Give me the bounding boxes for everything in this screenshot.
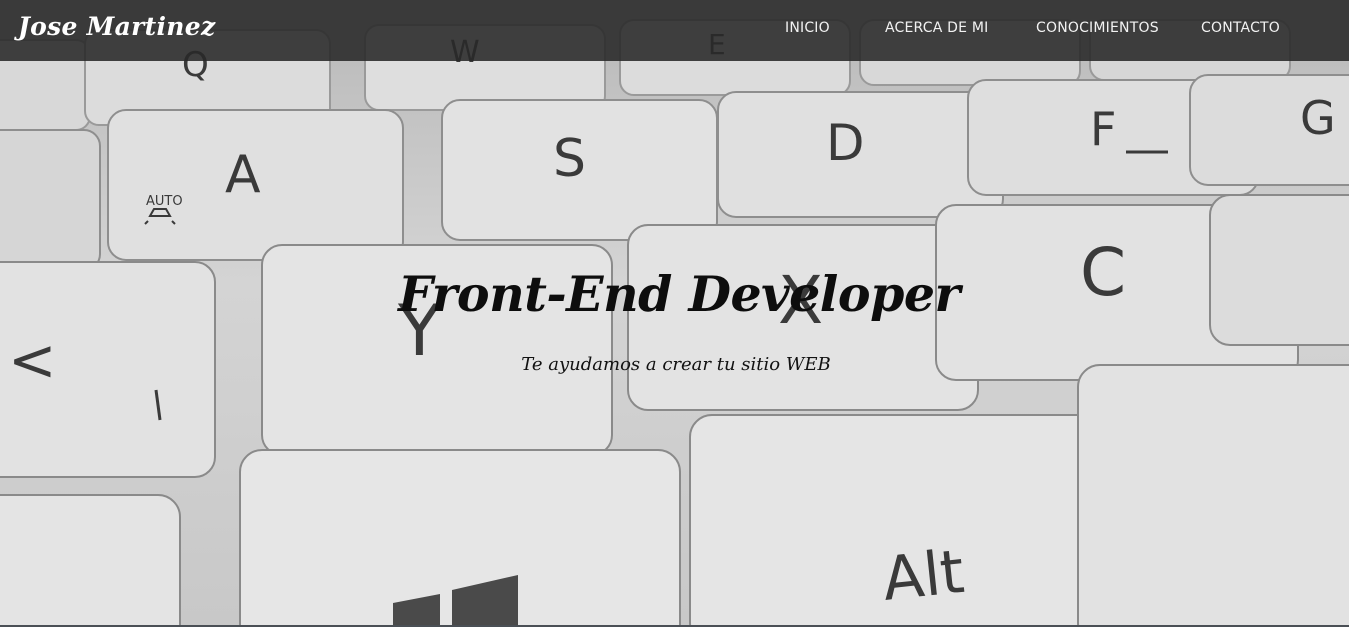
top-navbar: Jose Martinez INICIO ACERCA DE MI CONOCI…	[0, 0, 1349, 61]
nav-link-contacto[interactable]: CONTACTO	[1201, 20, 1280, 36]
key-label: S	[553, 129, 586, 189]
nav-menu: INICIO ACERCA DE MI CONOCIMIENTOS CONTAC…	[0, 20, 1349, 40]
nav-link-acerca-de-mi[interactable]: ACERCA DE MI	[885, 20, 988, 36]
nav-link-inicio[interactable]: INICIO	[785, 20, 830, 36]
hero-title: Front-End Developer	[398, 265, 960, 323]
key-label: D	[826, 114, 865, 172]
key-shape	[0, 494, 181, 627]
key-label: Alt	[879, 537, 967, 615]
key-label: F	[1090, 102, 1116, 156]
hero-subtitle: Te ayudamos a crear tu sitio WEB	[521, 354, 831, 375]
nav-link-conocimientos[interactable]: CONOCIMIENTOS	[1036, 20, 1159, 36]
key-label: G	[1300, 91, 1336, 145]
key-label: AUTO	[146, 194, 183, 209]
key-shape	[1077, 364, 1349, 627]
key-label: A	[225, 145, 261, 205]
key-shape	[0, 129, 101, 271]
